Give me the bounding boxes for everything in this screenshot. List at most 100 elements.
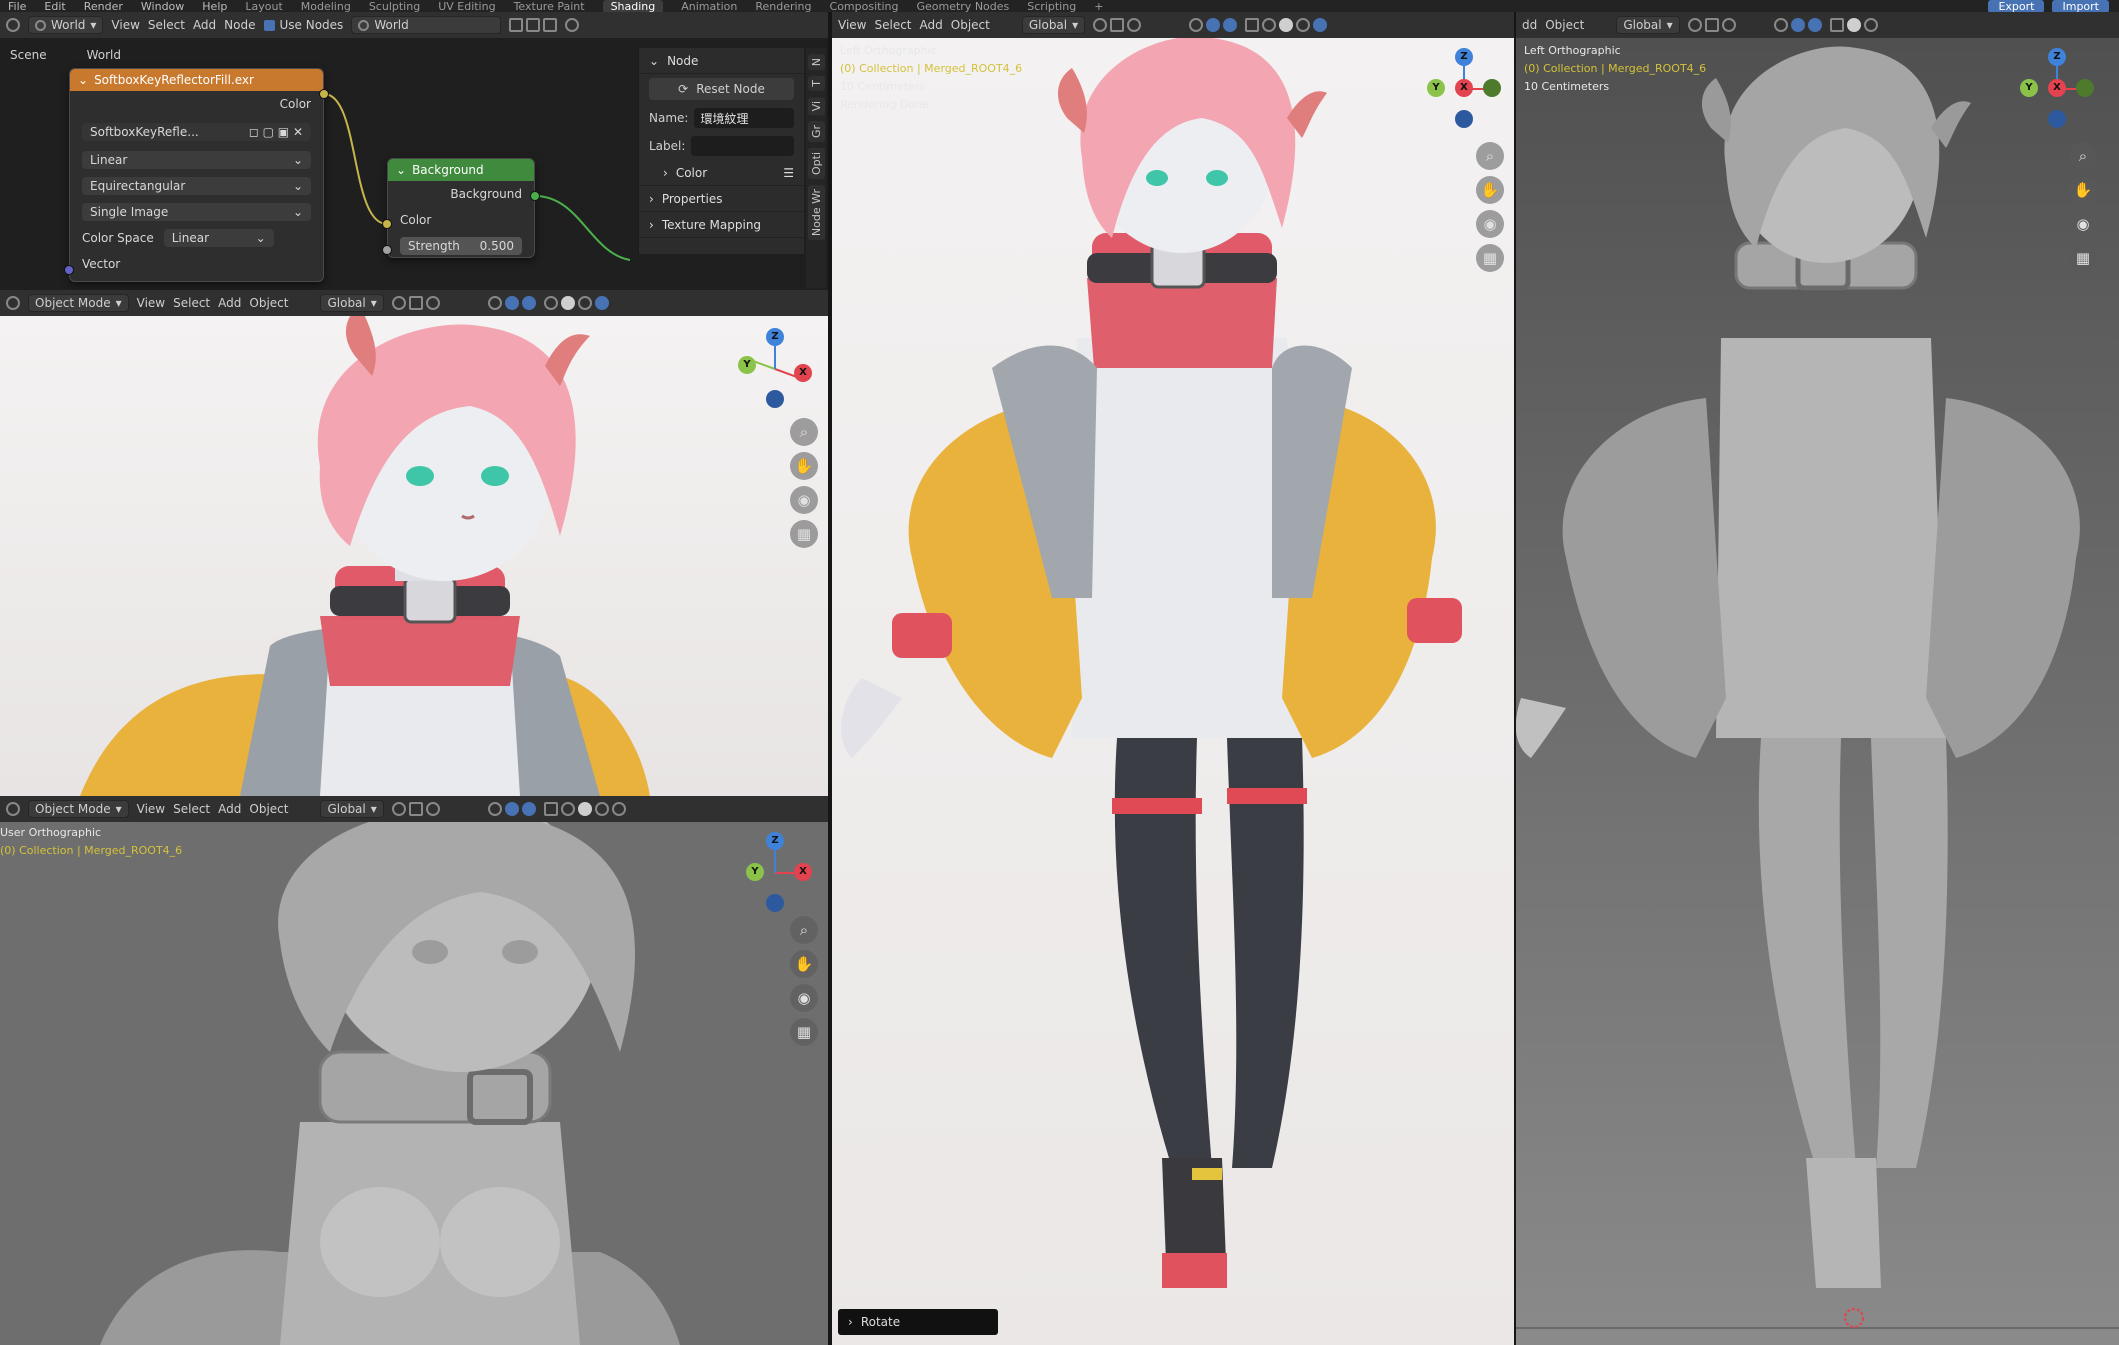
x-axis-button[interactable]: X [1455, 79, 1473, 97]
editor-type-icon[interactable] [6, 802, 20, 816]
viewport-canvas[interactable]: Left Orthographic (0) Collection | Merge… [1516, 38, 2119, 1345]
menu-add[interactable]: Add [920, 18, 943, 32]
fake-user-icon[interactable] [509, 18, 524, 32]
projection-dropdown[interactable]: Equirectangular ⌄ [82, 177, 311, 195]
vector-input-socket[interactable] [64, 265, 74, 275]
duplicate-icon[interactable] [526, 18, 541, 32]
properties-section[interactable]: › Properties [639, 186, 804, 212]
editor-type-icon[interactable] [6, 296, 20, 310]
x-axis-button[interactable]: X [2048, 79, 2066, 97]
orientation-dropdown[interactable]: Global ▾ [1021, 16, 1086, 34]
y-axis-button[interactable]: Y [746, 863, 764, 881]
menu-file[interactable]: File [8, 0, 26, 12]
export-button[interactable]: Export [1988, 0, 2045, 12]
menu-select[interactable]: Select [874, 18, 911, 32]
sidebar-tab-n[interactable]: N [807, 54, 825, 71]
snap-icon[interactable] [408, 802, 423, 816]
pan-hand-icon[interactable]: ✋ [790, 950, 818, 978]
visibility-icon[interactable] [1773, 18, 1788, 32]
zoom-icon[interactable]: ⌕ [2069, 142, 2097, 170]
workspace-tab-rendering[interactable]: Rendering [755, 0, 811, 12]
neg-z-axis-button[interactable] [766, 894, 784, 912]
gizmo-icon[interactable] [1206, 18, 1221, 32]
xray-icon[interactable] [1829, 18, 1844, 32]
world-shader-type-dropdown[interactable]: World ▾ [28, 16, 104, 34]
menu-select[interactable]: Select [148, 18, 185, 32]
node-label-field[interactable] [691, 136, 794, 156]
material-shading-icon[interactable] [594, 802, 609, 816]
camera-icon[interactable]: ◉ [790, 486, 818, 514]
menu-help[interactable]: Help [202, 0, 227, 12]
snap-icon[interactable] [1704, 18, 1719, 32]
menu-add-partial[interactable]: dd [1522, 18, 1537, 32]
overlay-icon[interactable] [521, 802, 536, 816]
menu-view[interactable]: View [137, 802, 165, 816]
background-node-header[interactable]: ⌄ Background [388, 159, 534, 181]
env-color-output-socket[interactable] [319, 89, 329, 99]
neg-z-axis-button[interactable] [1455, 110, 1473, 128]
rendered-shading-icon[interactable] [1313, 18, 1328, 32]
viewport-canvas[interactable]: Left Orthographic (0) Collection | Merge… [832, 38, 1514, 1345]
solid-shading-icon[interactable] [560, 296, 575, 310]
strength-input-socket[interactable] [382, 245, 392, 255]
reset-node-button[interactable]: ⟳ Reset Node [649, 78, 794, 100]
pivot-icon[interactable] [391, 296, 406, 310]
navigation-gizmo[interactable]: Z Y X [738, 832, 818, 912]
gizmo-icon[interactable] [1790, 18, 1805, 32]
menu-object[interactable]: Object [951, 18, 990, 32]
texture-mapping-section[interactable]: › Texture Mapping [639, 212, 804, 238]
sidebar-tab-t[interactable]: T [807, 76, 825, 91]
zoom-icon[interactable]: ⌕ [790, 916, 818, 944]
grid-perspective-icon[interactable]: ▦ [2069, 244, 2097, 272]
z-axis-button[interactable]: Z [766, 832, 784, 850]
solid-shading-icon[interactable] [577, 802, 592, 816]
unlink-icon[interactable] [543, 18, 558, 32]
node-name-field[interactable]: 環境紋理 [694, 108, 794, 128]
add-workspace-button[interactable]: + [1094, 0, 1103, 12]
rendered-shading-icon[interactable] [594, 296, 609, 310]
x-axis-button[interactable]: X [794, 364, 812, 382]
menu-render[interactable]: Render [84, 0, 123, 12]
y-axis-button[interactable]: Y [1427, 79, 1445, 97]
overlay-icon[interactable] [1807, 18, 1822, 32]
menu-window[interactable]: Window [141, 0, 184, 12]
wireframe-shading-icon[interactable] [560, 802, 575, 816]
viewport-canvas[interactable]: User Orthographic (0) Collection | Merge… [0, 822, 828, 1345]
grid-perspective-icon[interactable]: ▦ [1476, 244, 1504, 272]
workspace-tab-sculpting[interactable]: Sculpting [369, 0, 420, 12]
menu-edit[interactable]: Edit [44, 0, 65, 12]
orientation-dropdown[interactable]: Global ▾ [1616, 16, 1680, 34]
z-axis-button[interactable]: Z [1455, 48, 1473, 66]
y-axis-button[interactable]: Y [2020, 79, 2038, 97]
pivot-icon[interactable] [391, 802, 406, 816]
orientation-dropdown[interactable]: Global ▾ [320, 294, 384, 312]
menu-add[interactable]: Add [218, 296, 241, 310]
background-node[interactable]: ⌄ Background Background Color Strength 0.… [387, 158, 535, 258]
menu-object[interactable]: Object [249, 802, 288, 816]
z-axis-button[interactable]: Z [2048, 48, 2066, 66]
pan-hand-icon[interactable]: ✋ [2069, 176, 2097, 204]
environment-texture-node[interactable]: ⌄ SoftboxKeyReflectorFill.exr Color Soft… [69, 68, 324, 282]
xray-icon[interactable] [1245, 18, 1260, 32]
grid-perspective-icon[interactable]: ▦ [790, 1018, 818, 1046]
visibility-icon[interactable] [1189, 18, 1204, 32]
workspace-tab-geometry-nodes[interactable]: Geometry Nodes [916, 0, 1009, 12]
source-dropdown[interactable]: Single Image ⌄ [82, 203, 311, 221]
proportional-edit-icon[interactable] [425, 802, 440, 816]
navigation-gizmo[interactable]: Z Y X [2020, 48, 2100, 128]
sidebar-tab-gr[interactable]: Gr [807, 121, 825, 143]
wireframe-shading-icon[interactable] [543, 296, 558, 310]
viewport-canvas[interactable]: Z Y X ⌕ ✋ ◉ ▦ [0, 316, 828, 796]
camera-icon[interactable]: ◉ [2069, 210, 2097, 238]
color-subpanel[interactable]: › Color ☰ [639, 160, 804, 186]
world-datablock-field[interactable]: World [351, 16, 502, 34]
navigation-gizmo[interactable]: Z Y X [738, 328, 818, 408]
workspace-tab-animation[interactable]: Animation [681, 0, 737, 12]
node-section-header[interactable]: ⌄ Node [639, 48, 804, 74]
background-color-input-socket[interactable] [382, 219, 392, 229]
sidebar-tab-node-wrangler[interactable]: Node Wr [807, 185, 825, 241]
proportional-edit-icon[interactable] [1721, 18, 1736, 32]
menu-view[interactable]: View [111, 18, 139, 32]
neg-z-axis-button[interactable] [766, 390, 784, 408]
env-node-header[interactable]: ⌄ SoftboxKeyReflectorFill.exr [70, 69, 323, 91]
